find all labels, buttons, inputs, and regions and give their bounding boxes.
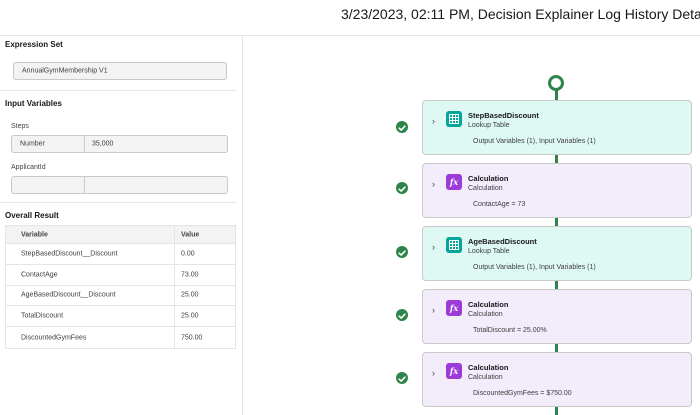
value-cell: 750.00: [181, 334, 203, 342]
variable-cell: AgeBasedDiscount__Discount: [21, 291, 116, 299]
variable-cell: ContactAge: [21, 271, 58, 279]
flow-canvas[interactable]: › StepBasedDiscount Lookup Table Output …: [244, 36, 700, 415]
fx-icon: fx: [446, 174, 462, 190]
node-name: Calculation: [468, 300, 509, 309]
flow-node-calculation-3[interactable]: › fx Calculation Calculation DiscountedG…: [422, 352, 692, 407]
chevron-right-icon[interactable]: ›: [432, 179, 435, 189]
flow-node-age-based-discount[interactable]: › AgeBasedDiscount Lookup Table Output V…: [422, 226, 692, 281]
success-check-icon: [396, 372, 408, 384]
variable-cell: TotalDiscount: [21, 312, 64, 320]
node-detail: Output Variables (1), Input Variables (1…: [473, 264, 596, 271]
node-name: AgeBasedDiscount: [468, 237, 537, 246]
node-type: Calculation: [468, 311, 503, 318]
node-type: Lookup Table: [468, 248, 510, 255]
node-name: Calculation: [468, 363, 509, 372]
success-check-icon: [396, 182, 408, 194]
start-node-icon: [548, 75, 564, 91]
steps-field: Number 35,000: [11, 135, 228, 153]
column-header-value: Value: [181, 231, 200, 238]
chevron-right-icon[interactable]: ›: [432, 368, 435, 378]
variable-cell: DiscountedGymFees: [21, 334, 87, 342]
table-row: DiscountedGymFees 750.00: [6, 327, 235, 348]
overall-result-table: Variable Value StepBasedDiscount__Discou…: [5, 225, 236, 349]
steps-label: Steps: [11, 123, 29, 130]
value-cell: 25.00: [181, 291, 199, 299]
chevron-right-icon[interactable]: ›: [432, 242, 435, 252]
table-icon: [446, 111, 462, 127]
node-detail: ContactAge = 73: [473, 201, 526, 208]
node-detail: TotalDiscount = 25.00%: [473, 327, 547, 334]
flow-node-calculation-1[interactable]: › fx Calculation Calculation ContactAge …: [422, 163, 692, 218]
fx-icon: fx: [446, 363, 462, 379]
page-title: 3/23/2023, 02:11 PM, Decision Explainer …: [341, 6, 700, 22]
table-row: ContactAge 73.00: [6, 264, 235, 286]
table-row: StepBasedDiscount__Discount 0.00: [6, 244, 235, 265]
chevron-right-icon[interactable]: ›: [432, 116, 435, 126]
value-cell: 25.00: [181, 312, 199, 320]
value-cell: 73.00: [181, 271, 199, 279]
table-icon: [446, 237, 462, 253]
flow-node-step-based-discount[interactable]: › StepBasedDiscount Lookup Table Output …: [422, 100, 692, 155]
node-type: Calculation: [468, 374, 503, 381]
node-name: StepBasedDiscount: [468, 111, 539, 120]
node-type: Lookup Table: [468, 122, 510, 129]
value-cell: 0.00: [181, 250, 195, 258]
steps-value: 35,000: [92, 140, 114, 148]
variable-cell: StepBasedDiscount__Discount: [21, 250, 118, 258]
node-detail: DiscountedGymFees = $750.00: [473, 390, 572, 397]
node-type: Calculation: [468, 185, 503, 192]
overall-result-heading: Overall Result: [5, 211, 59, 220]
success-check-icon: [396, 121, 408, 133]
expression-set-heading: Expression Set: [5, 40, 63, 49]
flow-node-calculation-2[interactable]: › fx Calculation Calculation TotalDiscou…: [422, 289, 692, 344]
success-check-icon: [396, 309, 408, 321]
field-separator: [84, 136, 85, 152]
chevron-right-icon[interactable]: ›: [432, 305, 435, 315]
node-detail: Output Variables (1), Input Variables (1…: [473, 138, 596, 145]
applicant-id-label: ApplicantId: [11, 164, 46, 171]
applicant-id-field: [11, 176, 228, 194]
divider: [0, 202, 236, 203]
input-variables-heading: Input Variables: [5, 99, 62, 108]
page-header: 3/23/2023, 02:11 PM, Decision Explainer …: [0, 0, 700, 36]
field-separator: [84, 177, 85, 193]
expression-set-field: AnnualGymMembership V1: [13, 62, 227, 80]
table-header-row: Variable Value: [6, 226, 235, 244]
node-name: Calculation: [468, 174, 509, 183]
table-row: TotalDiscount 25.00: [6, 306, 235, 328]
column-header-variable: Variable: [21, 231, 48, 238]
steps-type: Number: [20, 140, 45, 148]
expression-set-value: AnnualGymMembership V1: [22, 67, 108, 75]
success-check-icon: [396, 246, 408, 258]
divider: [0, 90, 236, 91]
details-panel: Expression Set AnnualGymMembership V1 In…: [0, 36, 243, 415]
fx-icon: fx: [446, 300, 462, 316]
table-row: AgeBasedDiscount__Discount 25.00: [6, 285, 235, 307]
